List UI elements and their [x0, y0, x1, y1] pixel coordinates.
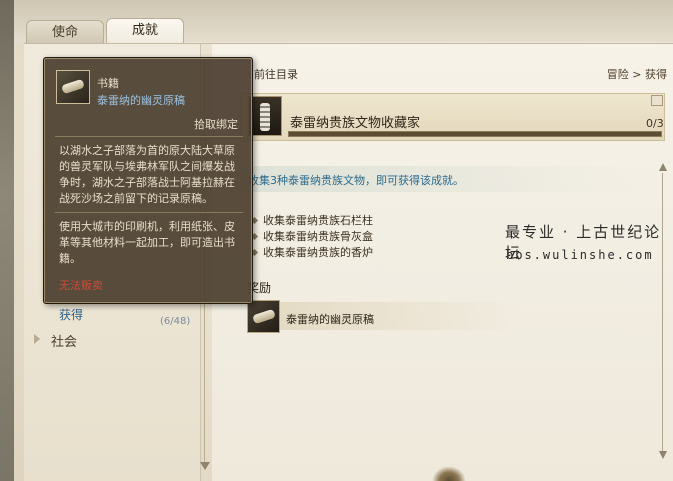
achievement-description: 收集3种泰雷纳贵族文物，即可获得该成就。 — [248, 174, 464, 187]
reward-item-name[interactable]: 泰雷纳的幽灵原稿 — [286, 311, 374, 327]
achievement-progress-bar — [288, 131, 662, 137]
achievement-title: 泰雷纳贵族文物收藏家 — [290, 116, 421, 131]
tooltip-item-name: 泰雷纳的幽灵原稿 — [97, 94, 185, 107]
tab-achievement[interactable]: 成就 — [106, 18, 184, 44]
tooltip-divider — [55, 136, 243, 137]
left-game-strip — [0, 0, 14, 481]
bottom-ornament — [432, 466, 466, 481]
tooltip-unsellable: 无法贩卖 — [59, 279, 103, 292]
tooltip-bind-type: 拾取绑定 — [194, 118, 238, 131]
criterion-item: 收集泰雷纳贵族石栏柱 — [250, 212, 373, 228]
criterion-label: 收集泰雷纳贵族骨灰盒 — [263, 230, 373, 243]
tooltip-lore: 以湖水之子部落为首的原大陆大草原的兽灵军队与埃弗林军队之间爆发战争时，湖水之子部… — [59, 144, 235, 205]
scroll-track[interactable] — [662, 173, 663, 453]
back-to-index-link[interactable]: 前往目录 — [254, 66, 298, 82]
criterion-label: 收集泰雷纳贵族的香炉 — [263, 246, 373, 259]
breadcrumb: 冒险 > 获得 — [606, 68, 667, 81]
scroll-down-icon[interactable] — [659, 451, 667, 459]
scroll-icon[interactable] — [247, 300, 280, 333]
tree-item-social[interactable]: 社会 — [51, 331, 77, 350]
scroll-up-icon[interactable] — [659, 163, 667, 171]
tree-item-acquire-count: (6/48) — [160, 316, 191, 327]
tooltip-item-type: 书籍 — [97, 77, 119, 90]
tree-scroll-down-icon[interactable] — [200, 462, 210, 470]
chevron-right-icon[interactable] — [34, 334, 40, 344]
tooltip-divider — [55, 212, 243, 213]
scroll-icon — [56, 70, 90, 104]
tree-item-acquire[interactable]: 获得 — [59, 306, 83, 323]
track-checkbox[interactable] — [651, 95, 663, 106]
watermark-url: bbs.wulinshe.com — [506, 248, 654, 262]
tab-mission[interactable]: 使命 — [26, 20, 104, 44]
achievement-progress-text: 0/3 — [646, 117, 664, 130]
criterion-item: 收集泰雷纳贵族的香炉 — [250, 244, 373, 260]
tooltip-usage: 使用大城市的印刷机，利用纸张、皮革等其他材料一起加工，即可造出书籍。 — [59, 220, 235, 265]
statue-icon — [248, 96, 282, 136]
detail-scrollbar[interactable] — [659, 163, 667, 459]
criterion-item: 收集泰雷纳贵族骨灰盒 — [250, 228, 373, 244]
criterion-label: 收集泰雷纳贵族石栏柱 — [263, 214, 373, 227]
